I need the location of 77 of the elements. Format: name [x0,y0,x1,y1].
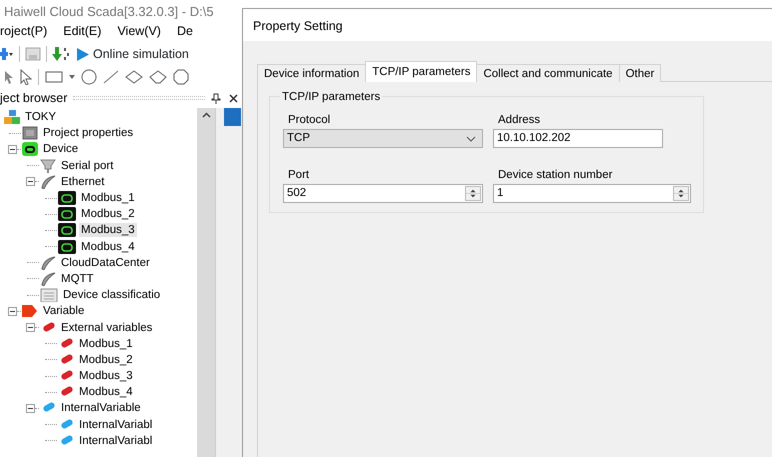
menu-item[interactable]: roject(P) [0,22,48,40]
chevron-down-icon [466,136,476,142]
tree-item[interactable]: External variables [59,320,154,335]
tree-item[interactable]: InternalVariabl [77,418,154,432]
rectangle-icon[interactable] [45,71,63,83]
tree-item[interactable]: Modbus_1 [77,336,135,351]
field-label: Protocol [288,114,330,126]
device-icon [22,142,38,156]
collapse-icon[interactable] [26,323,35,332]
cursor-icon[interactable] [20,69,32,85]
connector-icon [40,158,56,173]
properties-icon [22,126,38,140]
tree-item[interactable]: InternalVariable [59,401,143,416]
collapse-icon[interactable] [8,306,17,316]
panel-title: ject browser [0,90,68,107]
tree-item[interactable]: InternalVariabl [77,434,154,448]
spin-arrows-icon[interactable] [465,186,481,201]
tree-item[interactable]: Variable [41,304,86,318]
protocol-dropdown[interactable]: TCP [283,129,483,148]
feather-icon [40,174,56,189]
text-field[interactable]: 10.10.102.202 [493,129,663,148]
scrollbar[interactable] [197,108,215,457]
tree-item[interactable]: Device classificatio [61,288,162,302]
number-spinner[interactable]: 502 [283,184,483,203]
tree-item[interactable]: Modbus_2 [79,207,137,222]
device-icon [58,207,76,222]
pin-icon[interactable] [211,92,221,104]
scroll-up-icon[interactable] [202,112,210,118]
collapse-icon[interactable] [26,404,35,413]
tree-item[interactable]: TOKY [23,110,58,124]
field-label: Port [288,169,310,181]
tree-item[interactable]: Modbus_1 [79,191,137,206]
tree-item[interactable]: Project properties [41,126,136,140]
tree-item[interactable]: Device [41,142,80,156]
device-icon [58,223,76,238]
tree-item[interactable]: MQTT [59,272,96,286]
tree-item[interactable]: CloudDataCenter [59,256,152,270]
line-icon[interactable] [103,70,119,84]
window-title: Haiwell Cloud Scada[3.32.0.3] - D:\5 [0,0,242,20]
circle-icon[interactable] [81,69,97,85]
caret-icon[interactable] [69,75,75,79]
device-icon [58,191,76,206]
tab[interactable]: Device information [257,64,366,82]
menu-item[interactable]: View(V) [117,22,161,40]
tag-icon [22,304,38,318]
menu-item[interactable]: Edit(E) [63,22,102,40]
number-spinner[interactable]: 1 [493,184,691,203]
pointer-icon[interactable] [4,70,14,84]
feather-icon [40,256,56,270]
diamond-icon[interactable] [149,70,167,84]
collapse-icon[interactable] [26,177,35,186]
tree-item[interactable]: Modbus_3 [79,223,137,238]
tree-item[interactable]: Modbus_4 [79,240,137,254]
tab[interactable]: Collect and communicate [476,64,620,82]
project-icon [4,110,20,124]
tab[interactable]: Other [618,64,662,82]
menu-item[interactable]: De [176,22,193,40]
spin-arrows-icon[interactable] [673,186,689,201]
tab[interactable]: TCP/IP parameters [365,61,478,82]
close-icon[interactable] [229,94,238,102]
tree-item[interactable]: Serial port [59,158,116,173]
device-icon [58,240,76,254]
download-icon[interactable] [52,46,72,62]
tab-marker [224,108,241,126]
play-icon [77,48,89,60]
add-icon[interactable] [0,47,14,61]
collapse-icon[interactable] [8,144,17,154]
dialog-title: Property Setting [243,9,772,41]
field-label: Device station number [498,169,612,181]
feather-icon [40,272,56,286]
tree-item[interactable]: Modbus_4 [77,385,135,400]
tree-item[interactable]: Ethernet [59,174,106,189]
octagon-icon[interactable] [173,69,189,85]
tree-item[interactable]: Modbus_2 [77,352,135,367]
field-label: Address [498,114,540,126]
diamond-icon[interactable] [125,70,143,84]
tree-item[interactable]: Modbus_3 [77,369,135,384]
